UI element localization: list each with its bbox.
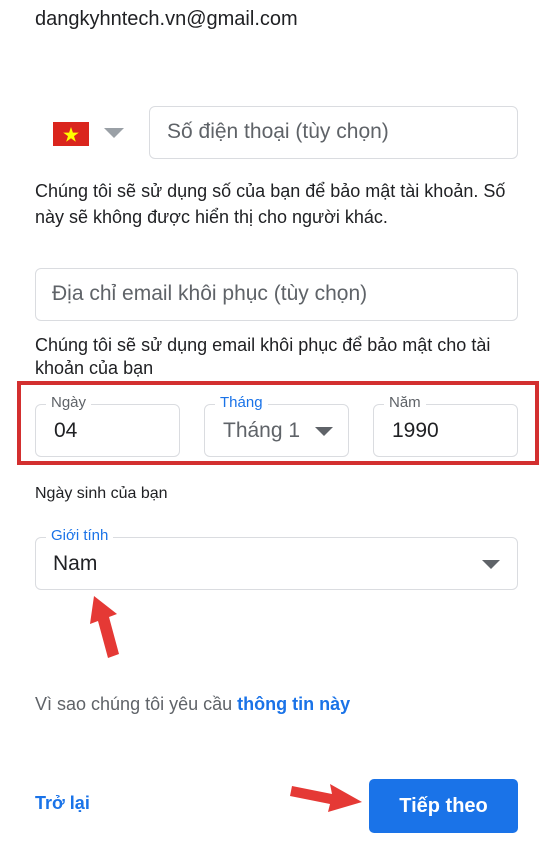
red-arrow-right-icon bbox=[290, 784, 362, 812]
chevron-down-icon bbox=[315, 427, 333, 436]
gender-value: Nam bbox=[53, 552, 98, 575]
back-button[interactable]: Trở lại bbox=[35, 793, 90, 814]
month-value: Tháng 1 bbox=[223, 419, 301, 442]
chevron-down-icon[interactable] bbox=[104, 128, 124, 138]
chevron-down-icon bbox=[482, 560, 500, 569]
month-select[interactable]: Tháng Tháng 1 bbox=[204, 394, 349, 457]
day-label: Ngày bbox=[46, 394, 92, 411]
gender-select[interactable]: Giới tính Nam bbox=[35, 527, 518, 590]
account-email: dangkyhntech.vn@gmail.com bbox=[35, 8, 298, 30]
recovery-email-helper-text: Chúng tôi sẽ sử dụng email khôi phục để … bbox=[35, 335, 491, 378]
day-input[interactable]: Ngày 04 bbox=[35, 394, 180, 457]
recovery-email-input[interactable]: Địa chỉ email khôi phục (tùy chọn) bbox=[35, 268, 518, 321]
year-input[interactable]: Năm 1990 bbox=[373, 394, 518, 457]
why-info-text: Vì sao chúng tôi yêu cầu thông tin này bbox=[35, 694, 350, 715]
red-arrow-up-icon bbox=[90, 596, 119, 658]
phone-placeholder: Số điện thoại (tùy chọn) bbox=[167, 120, 389, 143]
why-info-link[interactable]: thông tin này bbox=[237, 694, 350, 714]
next-button[interactable]: Tiếp theo bbox=[369, 779, 518, 833]
birthday-helper-text: Ngày sinh của bạn bbox=[35, 485, 168, 502]
year-value: 1990 bbox=[392, 419, 439, 442]
month-label: Tháng bbox=[215, 394, 268, 411]
year-label: Năm bbox=[384, 394, 426, 411]
phone-helper-text: Chúng tôi sẽ sử dụng số của bạn để bảo m… bbox=[35, 181, 506, 227]
why-info-prefix: Vì sao chúng tôi yêu cầu bbox=[35, 694, 238, 714]
vietnam-flag-icon[interactable] bbox=[53, 122, 89, 146]
gender-label: Giới tính bbox=[46, 527, 114, 544]
phone-input[interactable]: Số điện thoại (tùy chọn) bbox=[149, 106, 518, 159]
day-value: 04 bbox=[54, 419, 78, 442]
recovery-email-placeholder: Địa chỉ email khôi phục (tùy chọn) bbox=[52, 282, 368, 305]
